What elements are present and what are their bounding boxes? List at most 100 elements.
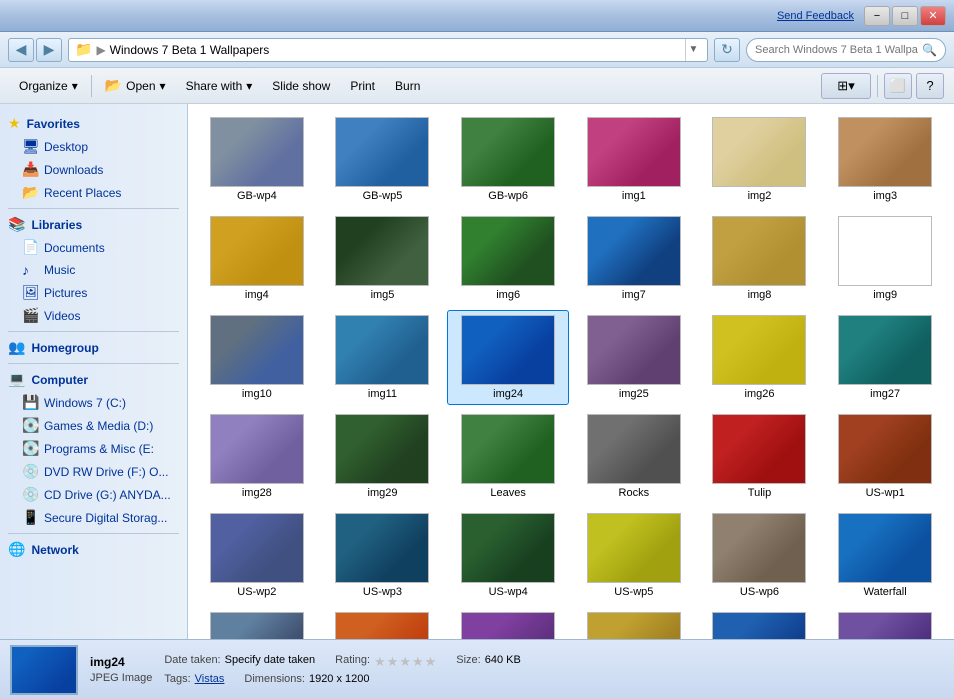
sidebar-item-c-drive[interactable]: 💾 Windows 7 (C:) (0, 391, 187, 414)
thumb-item-GB-wp4[interactable]: GB-wp4 (196, 112, 318, 207)
sidebar-item-pictures[interactable]: 🖼 Pictures (0, 281, 187, 304)
thumb-item-GB-wp6[interactable]: GB-wp6 (447, 112, 569, 207)
dimensions-label: Dimensions: (244, 673, 305, 685)
homegroup-header[interactable]: 👥 Homegroup (0, 336, 187, 359)
minimize-button[interactable]: − (864, 6, 890, 26)
thumb-item-US-wp1[interactable]: US-wp1 (824, 409, 946, 504)
c-drive-icon: 💾 (22, 394, 38, 411)
share-button[interactable]: Share with ▾ (177, 73, 262, 99)
thumb-item-...[interactable]: ... (322, 607, 444, 639)
breadcrumb-path: Windows 7 Beta 1 Wallpapers (110, 43, 681, 57)
organize-button[interactable]: Organize ▾ (10, 73, 87, 99)
thumb-item-img10[interactable]: img10 (196, 310, 318, 405)
star-1[interactable]: ★ (374, 654, 386, 670)
favorites-star-icon: ★ (8, 115, 21, 132)
thumb-item-US-wp4[interactable]: US-wp4 (447, 508, 569, 603)
thumb-item-img9[interactable]: img9 (824, 211, 946, 306)
sidebar-item-desktop[interactable]: 🖥 Desktop (0, 135, 187, 158)
thumb-item-img27[interactable]: img27 (824, 310, 946, 405)
thumb-item-...[interactable]: ... (573, 607, 695, 639)
slideshow-button[interactable]: Slide show (263, 73, 339, 99)
favorites-label: Favorites (27, 117, 80, 131)
star-4[interactable]: ★ (412, 654, 424, 670)
thumb-item-img28[interactable]: img28 (196, 409, 318, 504)
favorites-header[interactable]: ★ Favorites (0, 112, 187, 135)
burn-button[interactable]: Burn (386, 73, 429, 99)
thumb-item-Leaves[interactable]: Leaves (447, 409, 569, 504)
videos-label: Videos (44, 309, 80, 323)
send-feedback-link[interactable]: Send Feedback (777, 10, 854, 22)
sidebar-item-downloads[interactable]: 📥 Downloads (0, 158, 187, 181)
thumb-item-img1[interactable]: img1 (573, 112, 695, 207)
breadcrumb-dropdown[interactable]: ▼ (685, 39, 701, 61)
thumb-item-img4[interactable]: img4 (196, 211, 318, 306)
thumb-label-Tulip: Tulip (748, 487, 771, 499)
star-2[interactable]: ★ (387, 654, 399, 670)
thumb-item-...[interactable]: ... (447, 607, 569, 639)
d-drive-label: Games & Media (D:) (44, 419, 153, 433)
libraries-header[interactable]: 📚 Libraries (0, 213, 187, 236)
sidebar-div-1 (8, 208, 179, 209)
sidebar-item-f-drive[interactable]: 💿 DVD RW Drive (F:) O... (0, 460, 187, 483)
sidebar-item-videos[interactable]: 🎬 Videos (0, 304, 187, 327)
forward-button[interactable]: ▶ (36, 38, 62, 62)
thumb-item-US-wp5[interactable]: US-wp5 (573, 508, 695, 603)
favorites-section: ★ Favorites 🖥 Desktop 📥 Downloads 📂 Rece… (0, 112, 187, 204)
thumb-item-img26[interactable]: img26 (699, 310, 821, 405)
thumb-item-US-wp3[interactable]: US-wp3 (322, 508, 444, 603)
thumb-item-...[interactable]: ... (699, 607, 821, 639)
thumb-item-img29[interactable]: img29 (322, 409, 444, 504)
rating-label: Rating: (335, 654, 370, 670)
preview-pane-button[interactable]: ⬜ (884, 73, 912, 99)
thumb-item-img25[interactable]: img25 (573, 310, 695, 405)
sidebar-item-sd-card[interactable]: 📱 Secure Digital Storag... (0, 506, 187, 529)
status-tags: Tags: Vistas (164, 673, 224, 685)
thumb-item-...[interactable]: ... (824, 607, 946, 639)
thumb-item-Tulip[interactable]: Tulip (699, 409, 821, 504)
star-rating[interactable]: ★ ★ ★ ★ ★ (374, 654, 436, 670)
thumb-item-...[interactable]: ... (196, 607, 318, 639)
thumb-item-US-wp2[interactable]: US-wp2 (196, 508, 318, 603)
thumb-item-img5[interactable]: img5 (322, 211, 444, 306)
open-dropdown-icon: ▾ (160, 79, 166, 93)
thumb-label-img24: img24 (493, 388, 523, 400)
network-header[interactable]: 🌐 Network (0, 538, 187, 561)
star-5[interactable]: ★ (425, 654, 437, 670)
refresh-button[interactable]: ↻ (714, 38, 740, 62)
thumb-item-US-wp6[interactable]: US-wp6 (699, 508, 821, 603)
thumb-item-Rocks[interactable]: Rocks (573, 409, 695, 504)
restore-button[interactable]: □ (892, 6, 918, 26)
thumb-label-Leaves: Leaves (490, 487, 525, 499)
sidebar-item-documents[interactable]: 📄 Documents (0, 236, 187, 259)
search-input[interactable] (755, 44, 918, 56)
help-button[interactable]: ? (916, 73, 944, 99)
sidebar-item-d-drive[interactable]: 💽 Games & Media (D:) (0, 414, 187, 437)
thumb-item-img2[interactable]: img2 (699, 112, 821, 207)
views-button[interactable]: ⊞ ▾ (821, 73, 871, 99)
sidebar-item-recent[interactable]: 📂 Recent Places (0, 181, 187, 204)
thumb-item-img11[interactable]: img11 (322, 310, 444, 405)
thumb-item-GB-wp5[interactable]: GB-wp5 (322, 112, 444, 207)
thumb-label-GB-wp4: GB-wp4 (237, 190, 277, 202)
open-button[interactable]: 📂 Open ▾ (96, 73, 175, 99)
print-button[interactable]: Print (341, 73, 384, 99)
thumb-item-img8[interactable]: img8 (699, 211, 821, 306)
sidebar-item-music[interactable]: ♪ Music (0, 259, 187, 281)
thumb-label-img27: img27 (870, 388, 900, 400)
back-button[interactable]: ◀ (8, 38, 34, 62)
tags-value[interactable]: Vistas (195, 673, 225, 685)
thumb-item-img6[interactable]: img6 (447, 211, 569, 306)
close-button[interactable]: ✕ (920, 6, 946, 26)
sidebar-item-e-drive[interactable]: 💽 Programs & Misc (E: (0, 437, 187, 460)
thumb-item-img24[interactable]: img24 (447, 310, 569, 405)
address-bar: ◀ ▶ 📁 ▶ Windows 7 Beta 1 Wallpapers ▼ ↻ … (0, 32, 954, 68)
star-3[interactable]: ★ (399, 654, 411, 670)
thumb-item-Waterfall[interactable]: Waterfall (824, 508, 946, 603)
computer-header[interactable]: 💻 Computer (0, 368, 187, 391)
thumb-item-img3[interactable]: img3 (824, 112, 946, 207)
thumb-item-img7[interactable]: img7 (573, 211, 695, 306)
content-area[interactable]: GB-wp4GB-wp5GB-wp6img1img2img3img4img5im… (188, 104, 954, 639)
network-icon: 🌐 (8, 541, 25, 558)
sidebar-item-g-drive[interactable]: 💿 CD Drive (G:) ANYDA... (0, 483, 187, 506)
breadcrumb-bar[interactable]: 📁 ▶ Windows 7 Beta 1 Wallpapers ▼ (68, 38, 708, 62)
